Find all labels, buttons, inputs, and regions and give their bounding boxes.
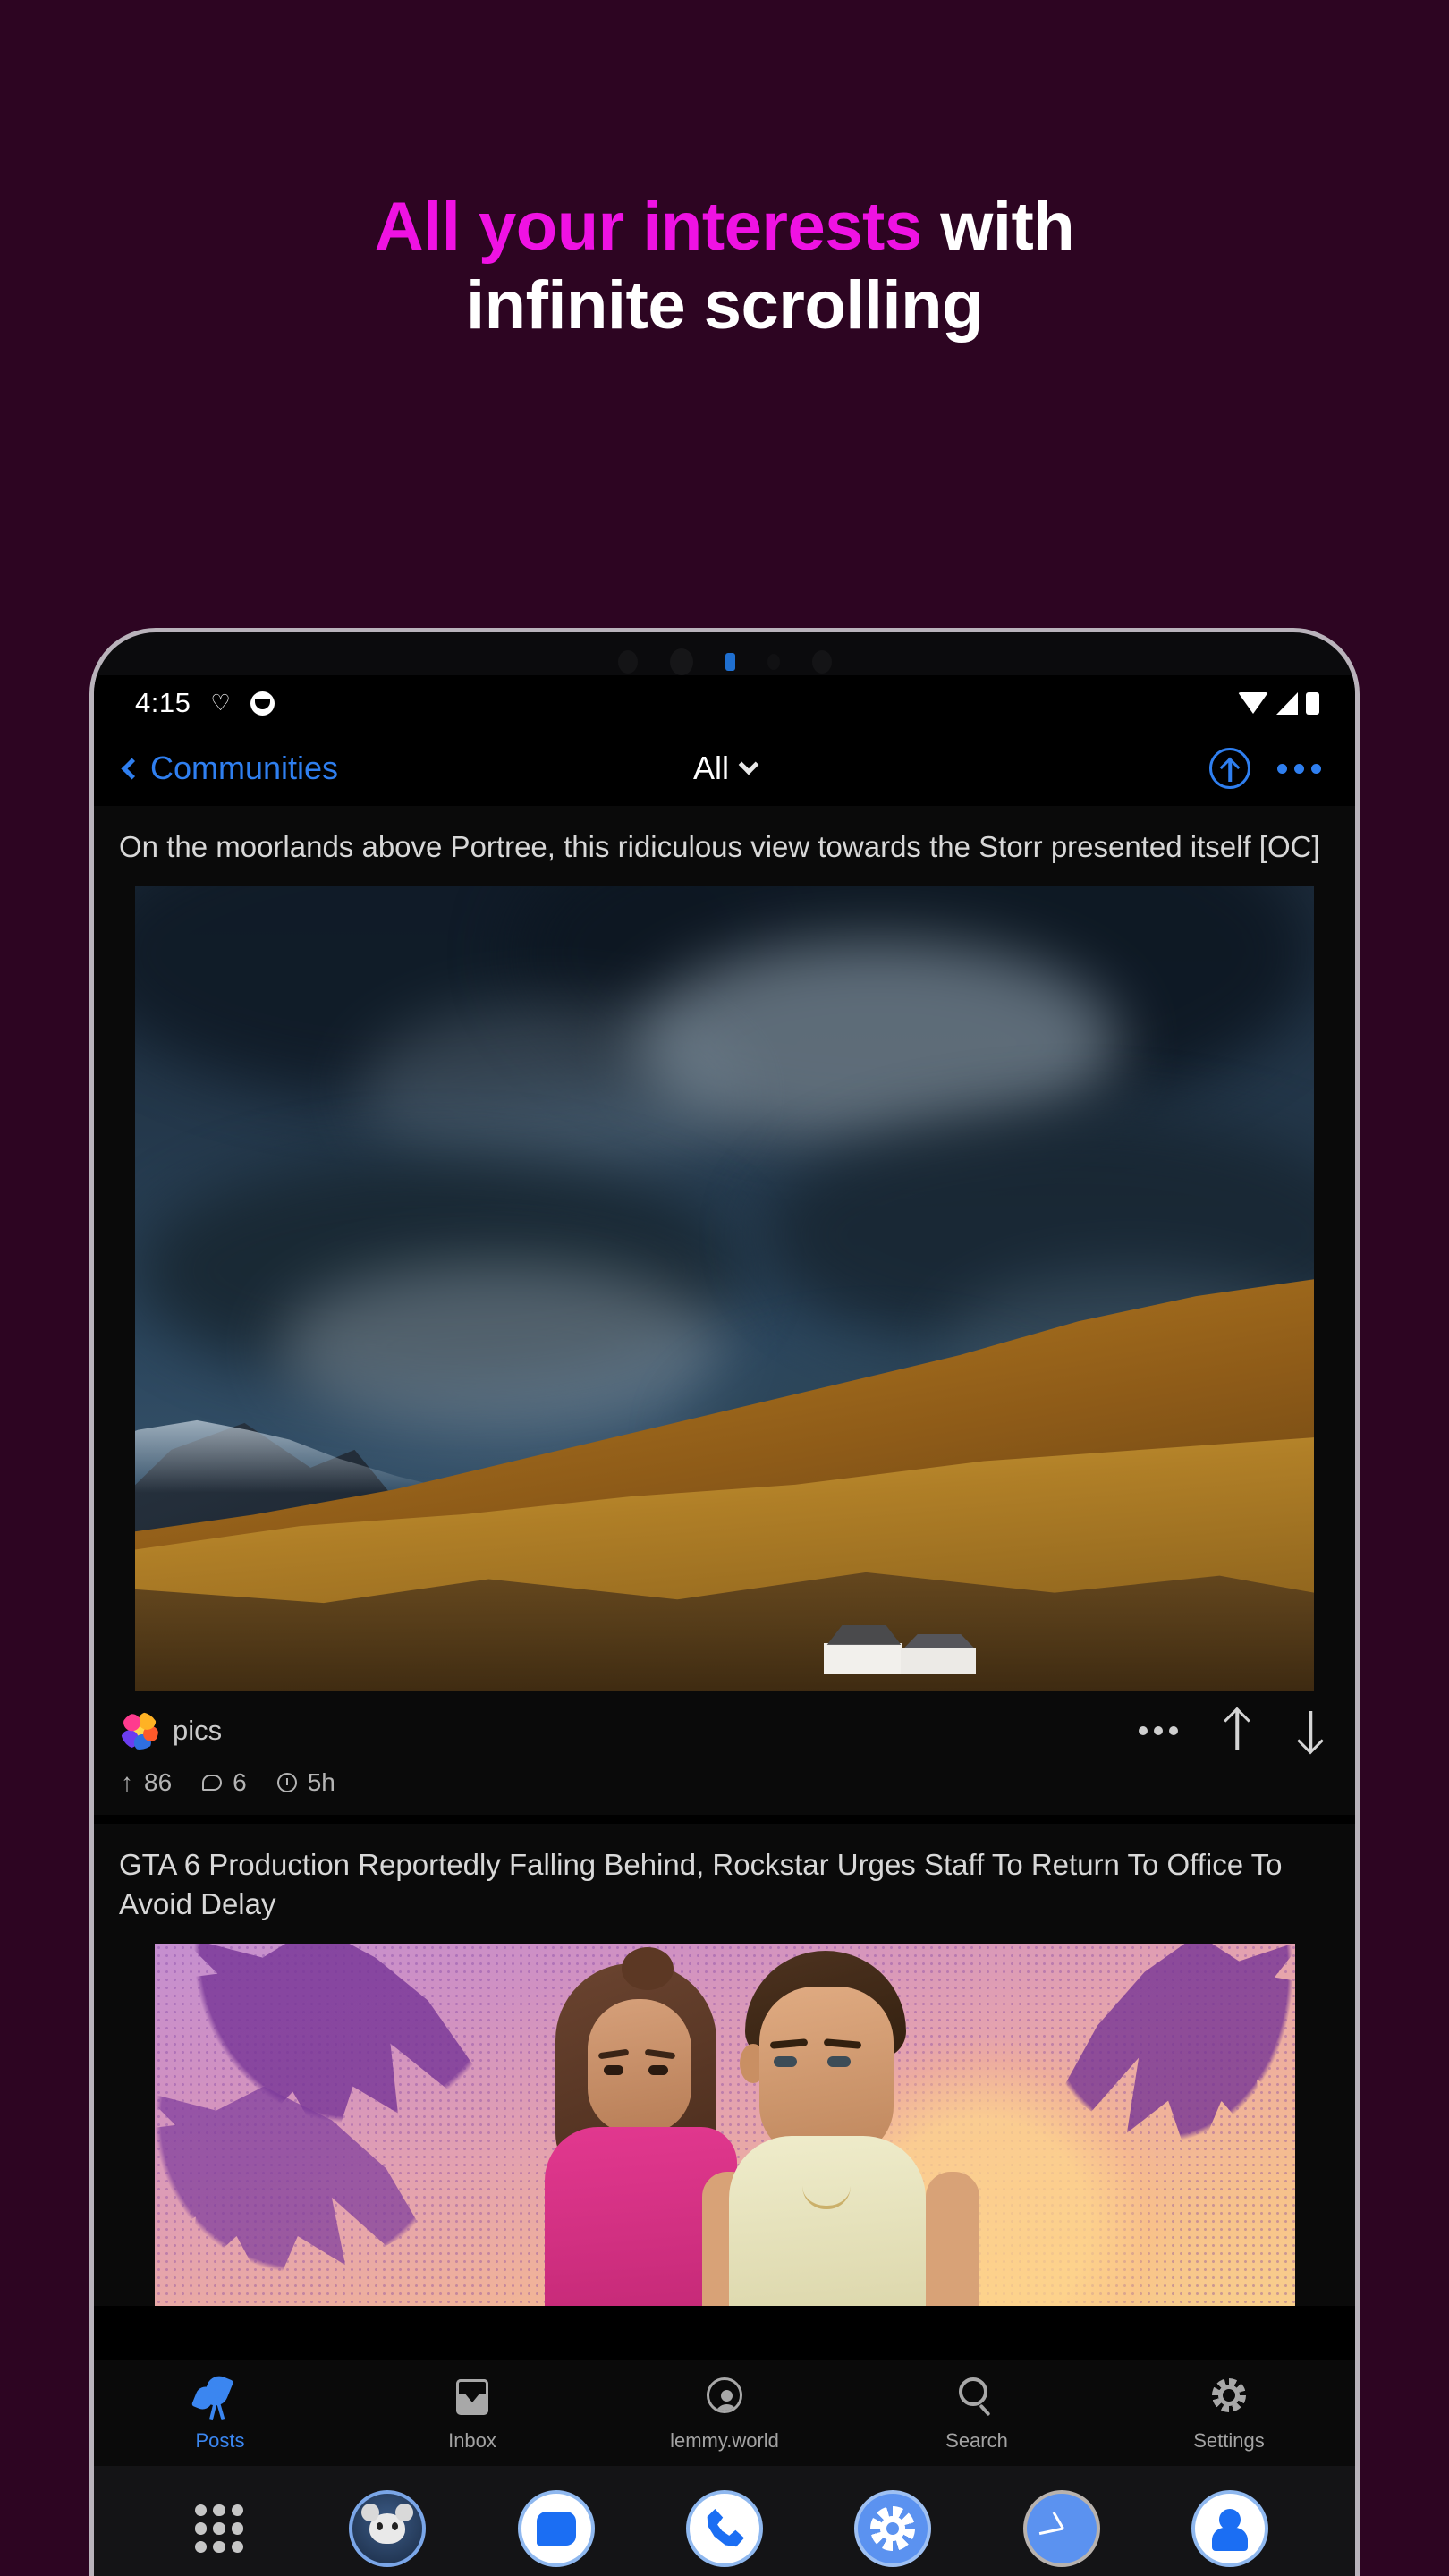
post-title[interactable]: On the moorlands above Portree, this rid… xyxy=(94,806,1355,886)
white-cottage xyxy=(824,1622,976,1674)
post-overflow-menu-icon[interactable] xyxy=(1139,1725,1178,1735)
headline-rest-text: with xyxy=(921,189,1075,265)
post-image-gta6[interactable] xyxy=(154,1943,1295,2306)
messages-app-icon xyxy=(517,2490,595,2567)
app-bar-actions xyxy=(1209,748,1321,789)
bottom-navigation-bar: Posts Inbox lemmy.world Search Settings xyxy=(94,2360,1355,2466)
scroll-to-top-icon[interactable] xyxy=(1209,748,1250,789)
nav-item-settings[interactable]: Settings xyxy=(1103,2374,1355,2453)
phone-device-frame: 4:15 ♡ Communities All On the moorlands … xyxy=(89,628,1360,2576)
post-comment-count: 6 xyxy=(233,1767,247,1796)
contacts-app-icon xyxy=(1191,2490,1268,2567)
dock-app-phone[interactable] xyxy=(640,2490,809,2567)
cellular-signal-icon xyxy=(1276,691,1298,715)
post-actions xyxy=(1139,1707,1325,1754)
community-avatar-icon xyxy=(121,1711,158,1750)
app-drawer-icon xyxy=(195,2504,244,2553)
app-drawer-button[interactable] xyxy=(135,2504,303,2553)
gear-icon xyxy=(1206,2374,1252,2420)
nav-item-account[interactable]: lemmy.world xyxy=(598,2374,851,2453)
status-bar-right xyxy=(1238,691,1319,715)
inbox-icon xyxy=(449,2374,496,2420)
wifi-icon xyxy=(1238,692,1268,714)
search-icon xyxy=(953,2374,1000,2420)
proximity-sensor xyxy=(617,650,638,674)
post-image-landscape[interactable] xyxy=(135,886,1314,1691)
chevron-down-icon xyxy=(738,754,759,775)
android-dock xyxy=(94,2466,1355,2576)
ambient-light-sensor xyxy=(767,654,780,670)
dock-app-messages[interactable] xyxy=(472,2490,640,2567)
dock-app-contacts[interactable] xyxy=(1146,2490,1314,2567)
post-age: 5h xyxy=(307,1767,335,1796)
back-button-label: Communities xyxy=(150,750,339,786)
overflow-menu-icon[interactable] xyxy=(1277,763,1321,774)
score-arrow-icon: ↑ xyxy=(121,1767,133,1796)
notification-led xyxy=(724,653,735,671)
post-card[interactable]: On the moorlands above Portree, this rid… xyxy=(94,806,1355,1815)
status-bar-left: 4:15 ♡ xyxy=(135,687,275,719)
community-link[interactable]: pics xyxy=(121,1711,223,1750)
heart-notification-icon: ♡ xyxy=(210,690,231,716)
nav-label-search: Search xyxy=(945,2429,1008,2452)
status-bar-clock: 4:15 xyxy=(135,687,191,718)
mouse-app-icon xyxy=(349,2490,427,2567)
clock-icon xyxy=(276,1772,297,1792)
earpiece-sensor xyxy=(811,650,832,674)
comment-bubble-icon xyxy=(202,1774,223,1791)
post-stats: ↑ 86 6 5h xyxy=(121,1768,1325,1797)
settings-app-icon xyxy=(854,2490,932,2567)
downvote-icon[interactable] xyxy=(1296,1707,1325,1754)
post-footer: pics ↑ 86 6 5h xyxy=(94,1691,1355,1815)
device-sensor-array xyxy=(94,647,1355,677)
dock-app-clock[interactable] xyxy=(977,2490,1145,2567)
account-icon xyxy=(701,2374,748,2420)
nav-label-inbox: Inbox xyxy=(448,2429,496,2452)
phone-app-icon xyxy=(685,2490,763,2567)
status-bar: 4:15 ♡ xyxy=(94,675,1355,731)
nav-item-search[interactable]: Search xyxy=(851,2374,1103,2453)
nav-label-account: lemmy.world xyxy=(670,2429,779,2452)
feed-type-label: All xyxy=(692,750,730,786)
character-male xyxy=(701,1944,979,2306)
front-camera-lens xyxy=(669,648,693,675)
headline-accent-text: All your interests xyxy=(374,189,922,265)
nav-label-posts: Posts xyxy=(195,2429,245,2452)
app-bar: Communities All xyxy=(94,731,1355,806)
dock-app-mouse[interactable] xyxy=(303,2490,471,2567)
headline-line2-text: infinite scrolling xyxy=(466,267,983,344)
post-feed[interactable]: On the moorlands above Portree, this rid… xyxy=(94,806,1355,2360)
feed-type-dropdown[interactable]: All xyxy=(692,750,759,787)
marketing-headline: All your interests with infinite scrolli… xyxy=(0,0,1449,345)
dock-app-settings[interactable] xyxy=(809,2490,977,2567)
post-footer-top-row: pics xyxy=(121,1707,1325,1754)
post-title[interactable]: GTA 6 Production Reportedly Falling Behi… xyxy=(94,1824,1355,1944)
nav-item-inbox[interactable]: Inbox xyxy=(346,2374,598,2453)
nav-label-settings: Settings xyxy=(1193,2429,1265,2452)
battery-icon xyxy=(1306,691,1319,715)
face-notification-icon xyxy=(250,691,275,716)
chevron-left-icon xyxy=(121,757,143,780)
nav-item-posts[interactable]: Posts xyxy=(94,2372,346,2453)
post-card[interactable]: GTA 6 Production Reportedly Falling Behi… xyxy=(94,1823,1355,2306)
cloud-shape xyxy=(278,1261,725,1432)
upvote-icon[interactable] xyxy=(1223,1707,1251,1754)
back-to-communities-button[interactable]: Communities xyxy=(121,750,338,787)
post-score: 86 xyxy=(144,1767,173,1796)
telescope-icon xyxy=(191,2372,243,2421)
phone-screen: 4:15 ♡ Communities All On the moorlands … xyxy=(94,675,1355,2576)
community-name: pics xyxy=(173,1714,223,1746)
clock-app-icon xyxy=(1022,2490,1100,2567)
